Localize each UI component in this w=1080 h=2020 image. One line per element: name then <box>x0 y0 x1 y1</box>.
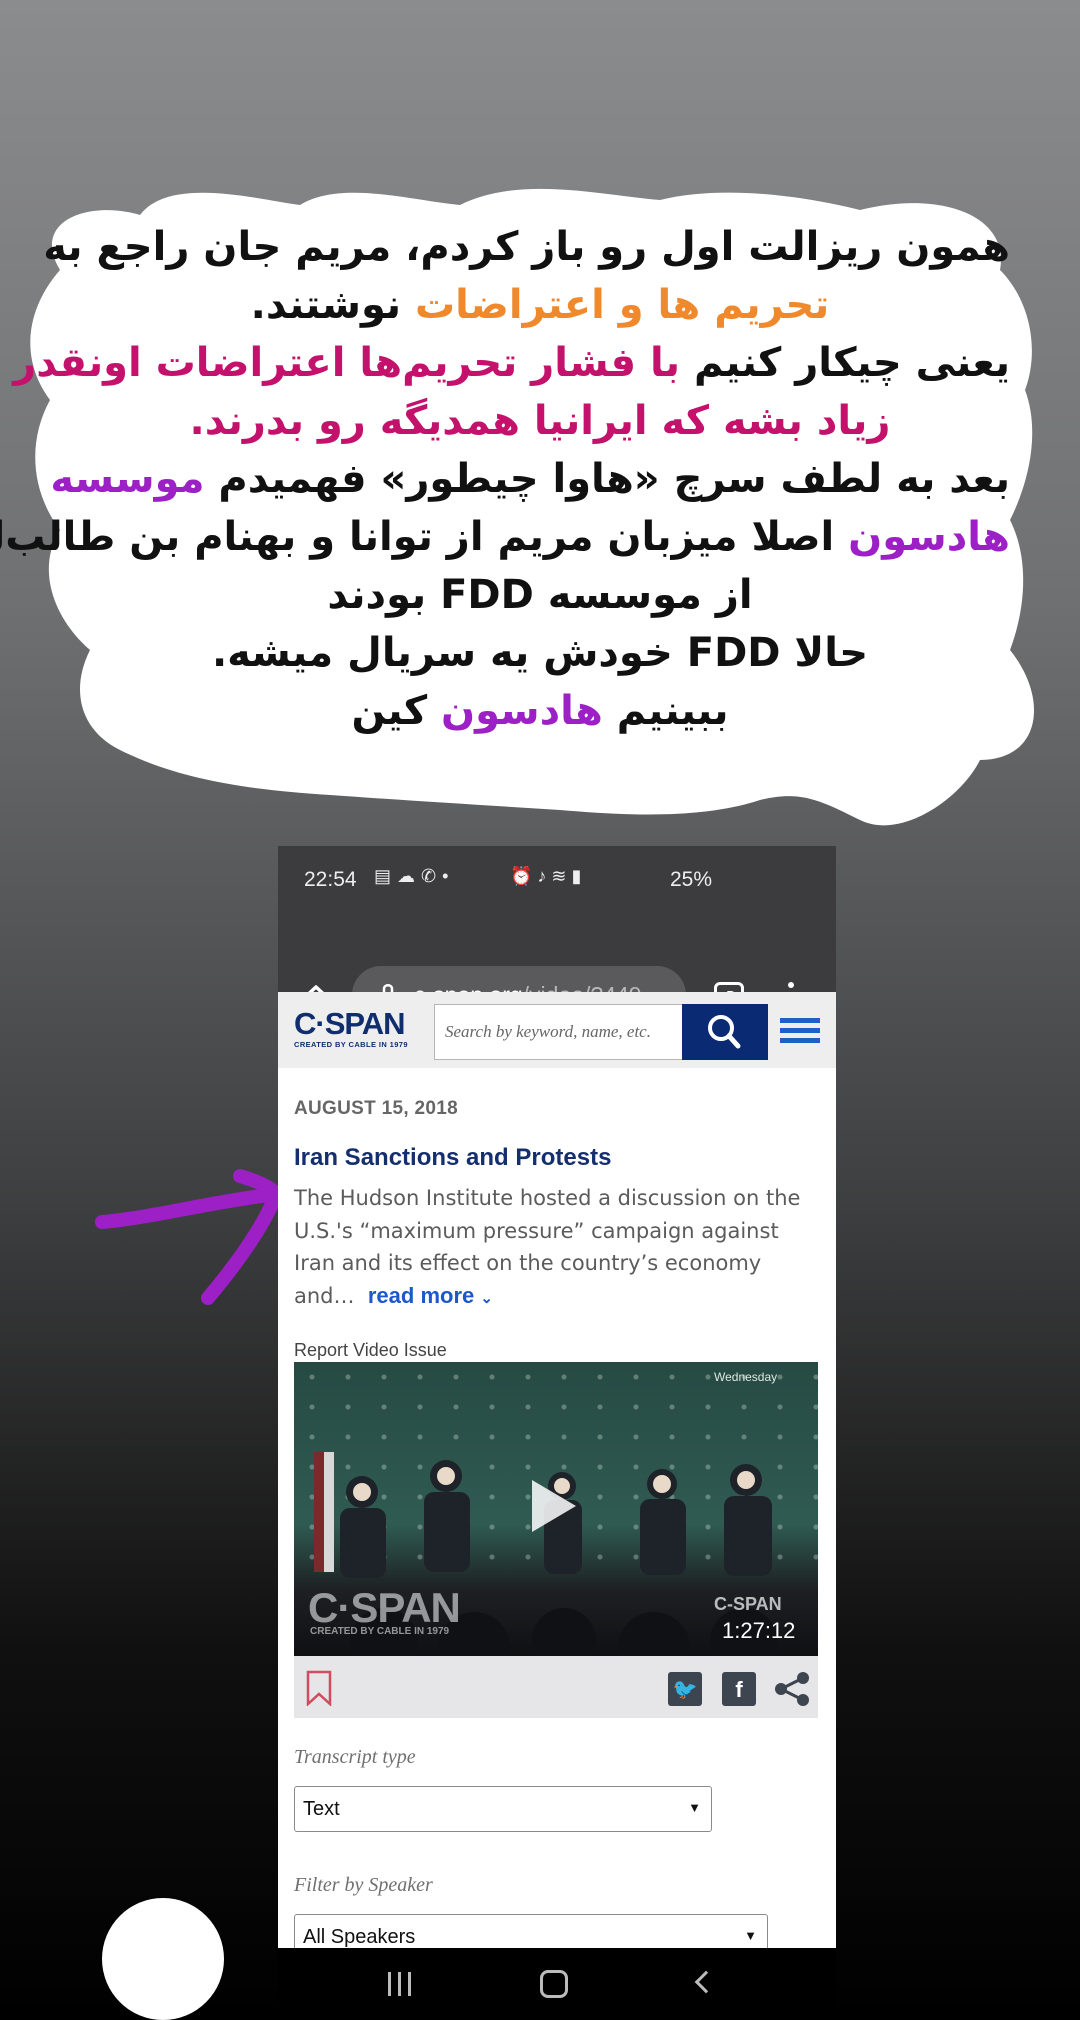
signal-icon: ▮ <box>571 866 587 886</box>
note-segment: همون ریزالت اول رو باز کردم، مریم جان را… <box>43 224 1010 270</box>
speaker-filter-value: All Speakers <box>303 1926 416 1948</box>
back-icon[interactable] <box>694 1970 718 1994</box>
video-watermark-tagline: CREATED BY CABLE IN 1979 <box>310 1626 450 1637</box>
article-description: The Hudson Institute hosted a discussion… <box>294 1182 814 1315</box>
article-date: AUGUST 15, 2018 <box>294 1098 458 1119</box>
wifi-icon: ≋ <box>551 866 572 886</box>
note-segment: ببینیم <box>602 688 729 734</box>
note-segment: هادسون <box>848 514 1010 560</box>
note-line: ببینیم هادسون کین <box>70 682 1010 740</box>
chevron-down-icon: ⌄ <box>480 1289 493 1307</box>
note-segment: یعنی چیکار کنیم <box>680 340 1010 386</box>
dropdown-arrow-icon: ▼ <box>688 1800 701 1815</box>
cloud-icon: ☁ <box>397 866 422 886</box>
article-title[interactable]: Iran Sanctions and Protests <box>294 1144 611 1172</box>
video-day-label: Wednesday <box>714 1370 778 1384</box>
transcript-type-select[interactable]: Text ▼ <box>294 1786 712 1832</box>
video-watermark: C·SPAN <box>308 1584 461 1631</box>
hand-drawn-arrow-icon <box>95 1169 284 1305</box>
whatsapp-icon: ✆ <box>421 866 443 886</box>
logo-tagline: CREATED BY CABLE IN 1979 <box>294 1040 408 1049</box>
status-bar: 22:54 ▤☁✆• ⏰♪≋▮ 25% <box>278 846 836 916</box>
site-header: C·SPAN CREATED BY CABLE IN 1979 Search b… <box>278 992 836 1068</box>
share-icon[interactable] <box>772 1670 812 1708</box>
notification-icons: ▤☁✆• <box>374 866 454 887</box>
phone-screenshot: 22:54 ▤☁✆• ⏰♪≋▮ 25% c-span.org/video/?44… <box>278 846 836 2020</box>
hamburger-menu-icon[interactable] <box>780 1018 820 1048</box>
report-video-issue-link[interactable]: Report Video Issue <box>294 1340 447 1361</box>
calendar-icon: ▤ <box>374 866 398 886</box>
dot-icon: • <box>442 866 455 886</box>
note-segment: نوشتند. <box>250 282 415 328</box>
logo-wordmark: C·SPAN <box>294 1006 406 1041</box>
transcript-type-label: Transcript type <box>294 1746 416 1768</box>
read-more-link[interactable]: read more ⌄ <box>368 1283 493 1308</box>
persian-note: همون ریزالت اول رو باز کردم، مریم جان را… <box>0 218 1010 740</box>
note-line: همون ریزالت اول رو باز کردم، مریم جان را… <box>43 218 1010 276</box>
home-button-icon[interactable] <box>540 1970 568 1998</box>
note-segment: کین <box>351 688 442 734</box>
speaker-filter-label: Filter by Speaker <box>294 1874 433 1896</box>
facebook-share-icon[interactable]: f <box>722 1672 756 1706</box>
note-segment: هادسون <box>441 688 603 734</box>
note-line: بعد به لطف سرچ «هاوا چیطور» فهمیدم موسسه <box>50 450 1010 508</box>
video-duration: 1:27:12 <box>722 1618 796 1643</box>
note-segment: اصلا میزبان مریم از توانا و بهنام بن طال… <box>0 514 849 560</box>
recents-icon[interactable] <box>388 1972 418 2000</box>
cspan-logo[interactable]: C·SPAN CREATED BY CABLE IN 1979 <box>294 1006 408 1049</box>
mute-icon: ♪ <box>537 866 552 886</box>
note-line: هادسون اصلا میزبان مریم از توانا و بهنام… <box>0 508 1010 566</box>
play-icon[interactable] <box>532 1480 576 1532</box>
note-cloud: همون ریزالت اول رو باز کردم، مریم جان را… <box>0 0 1080 880</box>
video-player[interactable]: Wednesday C·SPAN CREATED BY CABLE IN 197… <box>294 1362 818 1656</box>
note-line: یعنی چیکار کنیم با فشار تحریم‌ها اعتراضا… <box>13 334 1010 392</box>
battery-level: 25% <box>670 868 713 891</box>
note-segment: تحریم ها و اعتراضات <box>414 282 830 328</box>
video-corner-logo: C-SPAN <box>714 1594 782 1614</box>
bookmark-icon[interactable] <box>306 1670 332 1706</box>
dropdown-arrow-icon: ▼ <box>744 1928 757 1943</box>
note-segment: با فشار تحریم‌ها اعتراضات اونقدر <box>13 340 681 386</box>
note-segment: حالا FDD خودش یه سریال میشه. <box>211 630 869 676</box>
read-more-label: read more <box>367 1282 475 1308</box>
video-actions-bar: 🐦 f <box>294 1656 818 1718</box>
android-nav-bar <box>278 1948 836 2020</box>
note-line: حالا FDD خودش یه سریال میشه. <box>70 624 1010 682</box>
transcript-type-value: Text <box>303 1798 340 1820</box>
system-icons: ⏰♪≋▮ <box>510 866 586 887</box>
search-button[interactable] <box>682 1004 768 1060</box>
search-icon <box>708 1015 741 1049</box>
status-time: 22:54 <box>304 868 357 891</box>
note-segment: زیاد بشه که ایرانیا همدیگه رو بدرند. <box>189 398 891 444</box>
story-capture-button[interactable] <box>102 1898 224 2020</box>
alarm-icon: ⏰ <box>510 866 538 886</box>
note-line: زیاد بشه که ایرانیا همدیگه رو بدرند. <box>70 392 1010 450</box>
note-segment: بعد به لطف سرچ «هاوا چیطور» فهمیدم <box>204 456 1010 502</box>
search-input[interactable]: Search by keyword, name, etc. <box>434 1004 682 1060</box>
note-segment: موسسه <box>50 456 205 502</box>
note-line: از موسسه FDD بودند <box>70 566 1010 624</box>
note-line: تحریم ها و اعتراضات نوشتند. <box>70 276 1010 334</box>
note-segment: از موسسه FDD بودند <box>327 572 753 618</box>
twitter-share-icon[interactable]: 🐦 <box>668 1672 702 1706</box>
